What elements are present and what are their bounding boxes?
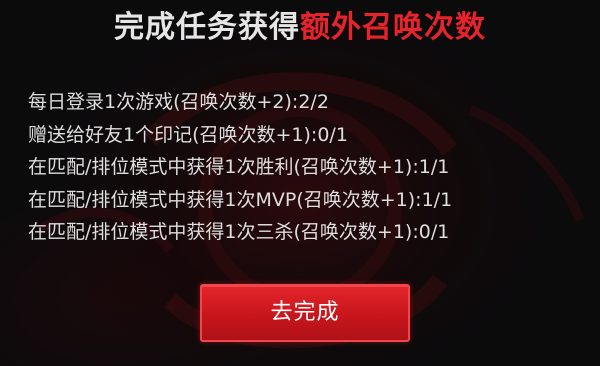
task-win-match: 在匹配/排位模式中获得1次胜利(召唤次数+1):1/1: [28, 156, 450, 178]
task-reward-panel: 完成任务获得额外召唤次数 每日登录1次游戏(召唤次数+2):2/2 赠送给好友1…: [0, 0, 600, 366]
task-gift-friend: 赠送给好友1个印记(召唤次数+1):0/1: [28, 123, 348, 146]
panel-title: 完成任务获得额外召唤次数: [0, 8, 600, 48]
go-complete-button[interactable]: 去完成: [200, 284, 410, 342]
task-mvp: 在匹配/排位模式中获得1次MVP(召唤次数+1):1/1: [28, 188, 453, 211]
task-list: 每日登录1次游戏(召唤次数+2):2/2 赠送给好友1个印记(召唤次数+1):0…: [28, 86, 588, 249]
title-prefix: 完成任务获得: [114, 10, 300, 45]
task-triple-kill: 在匹配/排位模式中获得1次三杀(召唤次数+1):0/1: [28, 221, 450, 243]
task-daily-login: 每日登录1次游戏(召唤次数+2):2/2: [28, 91, 329, 113]
title-highlight: 额外召唤次数: [300, 10, 486, 45]
